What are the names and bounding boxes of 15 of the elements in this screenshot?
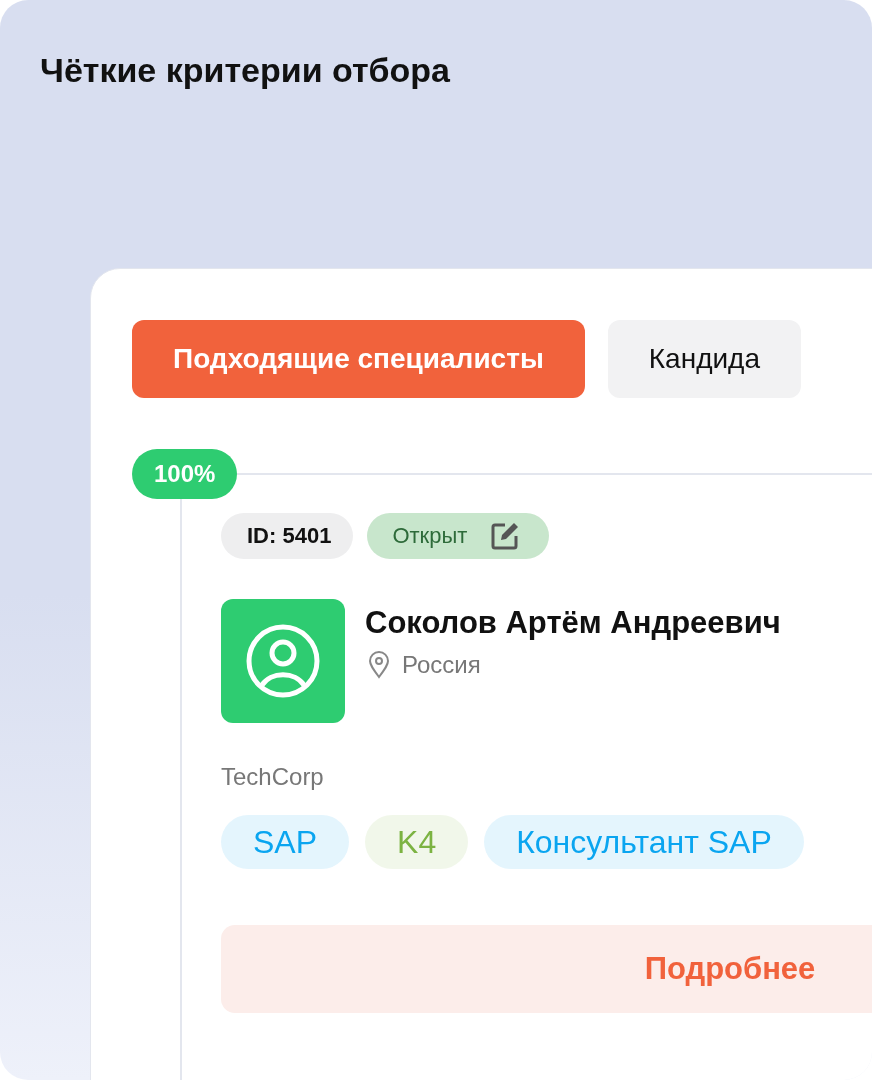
- id-badge: ID: 5401: [221, 513, 354, 559]
- candidate-name: Соколов Артём Андреевич: [365, 605, 781, 641]
- skill-tag: SAP: [221, 815, 350, 869]
- skill-tag: Консультант SAP: [484, 815, 804, 869]
- tab[interactable]: Подходящие специалисты: [132, 320, 585, 398]
- tab[interactable]: Кандида: [607, 320, 802, 398]
- location-pin-icon: [368, 651, 390, 679]
- details-button[interactable]: Подробнее: [221, 925, 872, 1013]
- user-icon: [246, 624, 320, 698]
- status-badge[interactable]: Открыт: [367, 513, 550, 559]
- company-name: TechCorp: [221, 763, 324, 791]
- location: Россия: [402, 651, 481, 679]
- skill-tag: K4: [365, 815, 469, 869]
- match-badge: 100%: [132, 449, 238, 499]
- heading: Чёткие критерии отбора: [40, 50, 450, 91]
